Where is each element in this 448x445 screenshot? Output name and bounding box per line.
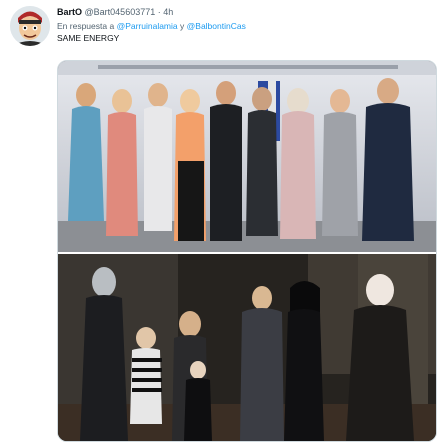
avatar[interactable] [10,6,50,46]
tweet: BartO @Bart045603771 · 4h En respuesta a… [0,0,448,445]
separator-dot: · [157,7,161,17]
user-handle[interactable]: @Bart045603771 [85,7,156,17]
group-photo-illustration [58,61,436,252]
group-photo-bottom[interactable] [58,254,436,441]
family-scene-illustration [58,254,436,441]
reply-context: En respuesta a @Parruinalamia y @Balbont… [57,21,246,31]
tweet-text: SAME ENERGY [57,33,120,43]
tweet-header: BartO @Bart045603771 · 4h [57,7,173,18]
reply-join: y [180,21,185,31]
timestamp[interactable]: 4h [163,7,173,17]
display-name[interactable]: BartO [57,7,82,17]
tweet-media[interactable] [57,60,437,442]
cartoon-character-avatar-icon [10,6,50,46]
group-photo-top[interactable] [58,61,436,252]
mention-link-2[interactable]: @BalbontinCas [187,21,246,31]
reply-prefix: En respuesta a [57,21,115,31]
mention-link-1[interactable]: @Parruinalamia [117,21,178,31]
